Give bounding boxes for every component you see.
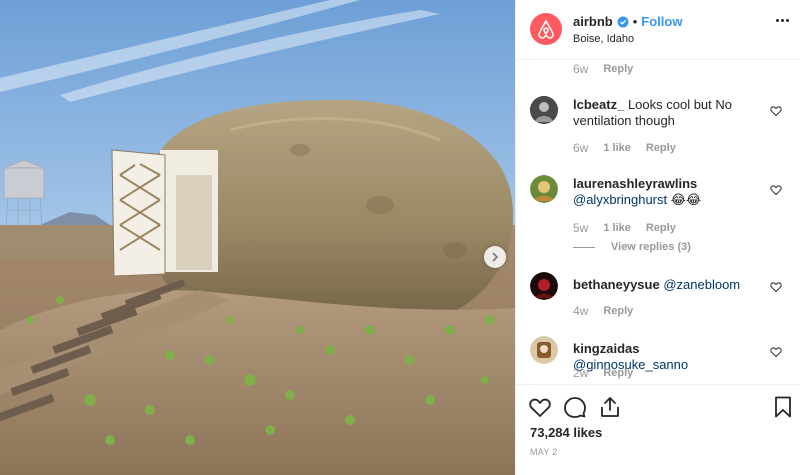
account-avatar[interactable] <box>530 13 562 45</box>
potato-house-photo <box>0 0 515 475</box>
post-side-panel: airbnb • Follow Boise, Idaho 6w Reply lc… <box>515 0 800 475</box>
next-photo-button[interactable] <box>484 246 506 268</box>
commenter-avatar[interactable] <box>530 175 558 203</box>
comment-username[interactable]: bethaneyysue <box>573 277 660 292</box>
reply-button[interactable]: Reply <box>646 222 676 234</box>
account-name[interactable]: airbnb <box>573 14 613 29</box>
comment-mention[interactable]: @alyxbringhurst <box>573 192 667 207</box>
post-header: airbnb • Follow Boise, Idaho <box>516 0 800 60</box>
commenter-avatar[interactable] <box>530 96 558 124</box>
post-actions: 73,284 likes MAY 2 <box>516 384 800 475</box>
comment-meta: 5w 1 like Reply <box>573 221 691 235</box>
next-arrow-icon <box>492 252 499 262</box>
comment-username[interactable]: lcbeatz_ <box>573 97 624 112</box>
reply-button[interactable]: Reply <box>603 305 633 317</box>
comment-meta: 6w 1 like Reply <box>573 141 691 155</box>
commenter-avatar[interactable] <box>530 336 558 364</box>
comment-time: 6w <box>573 62 589 76</box>
heart-icon[interactable] <box>528 395 552 419</box>
account-info: airbnb • Follow Boise, Idaho <box>573 13 682 45</box>
post-date: MAY 2 <box>530 447 558 457</box>
reply-button[interactable]: Reply <box>646 142 676 154</box>
comment-time: 6w <box>573 141 589 155</box>
instagram-post: airbnb • Follow Boise, Idaho 6w Reply lc… <box>0 0 800 475</box>
likes-count[interactable]: 73,284 likes <box>530 425 602 440</box>
comment-username[interactable]: kingzaidas <box>573 341 639 356</box>
comment-emoji: 😂😂 <box>670 192 702 207</box>
view-replies-button[interactable]: View replies (3) <box>573 241 691 253</box>
comment-likes[interactable]: 1 like <box>603 222 631 234</box>
post-photo[interactable] <box>0 0 515 475</box>
comment-icon[interactable] <box>563 395 587 419</box>
comment-time: 4w <box>573 304 589 318</box>
like-comment-heart-icon[interactable] <box>770 105 782 117</box>
like-comment-heart-icon[interactable] <box>770 281 782 293</box>
commenter-avatar[interactable] <box>530 272 558 300</box>
share-icon[interactable] <box>598 395 622 419</box>
like-comment-heart-icon[interactable] <box>770 184 782 196</box>
comment-mention[interactable]: @zanebloom <box>663 277 740 292</box>
comment-meta: 2w Reply <box>573 366 648 380</box>
comment-body: bethaneyysue @zanebloom <box>573 277 758 293</box>
reply-button[interactable]: Reply <box>603 63 633 75</box>
airbnb-logo-icon <box>538 19 554 39</box>
comment-username[interactable]: laurenashleyrawlins <box>573 176 758 192</box>
follow-button[interactable]: Follow <box>641 14 682 29</box>
comment-time: 2w <box>573 366 589 380</box>
more-options-icon[interactable] <box>776 19 789 22</box>
comment-body: lcbeatz_ Looks cool but No ventilation t… <box>573 97 758 129</box>
bookmark-icon[interactable] <box>771 395 795 419</box>
comment-time: 5w <box>573 221 589 235</box>
like-comment-heart-icon[interactable] <box>770 346 782 358</box>
comments-list[interactable]: 6w Reply lcbeatz_ Looks cool but No vent… <box>516 61 800 384</box>
replies-divider <box>573 246 595 248</box>
comment-likes[interactable]: 1 like <box>603 142 631 154</box>
comment-meta: 6w Reply <box>573 62 648 76</box>
reply-button[interactable]: Reply <box>603 367 633 379</box>
comment-body: laurenashleyrawlins @alyxbringhurst 😂😂 <box>573 176 758 208</box>
separator-dot: • <box>632 14 638 29</box>
location-link[interactable]: Boise, Idaho <box>573 33 682 45</box>
comment-meta: 4w Reply <box>573 304 648 318</box>
verified-badge-icon <box>617 16 629 28</box>
view-replies-label: View replies (3) <box>611 241 691 253</box>
